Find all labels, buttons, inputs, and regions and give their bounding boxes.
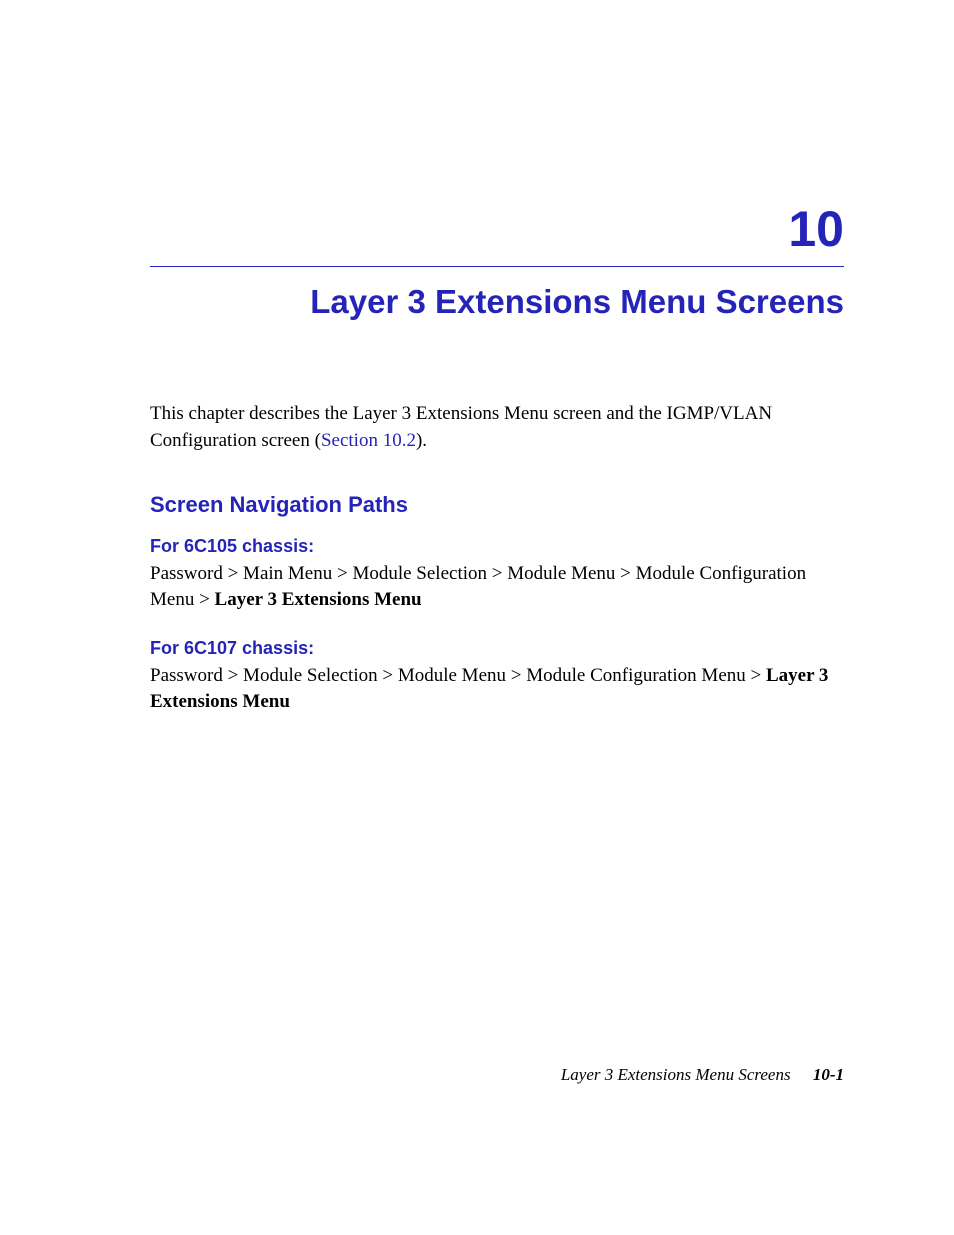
- sub-heading-6c105: For 6C105 chassis:: [150, 536, 844, 557]
- chapter-rule: [150, 266, 844, 267]
- intro-before-link: This chapter describes the Layer 3 Exten…: [150, 403, 772, 451]
- chapter-number: 10: [150, 200, 844, 258]
- footer-page-number: 10-1: [813, 1065, 844, 1084]
- section-link[interactable]: Section 10.2: [321, 430, 416, 451]
- section-heading-navigation: Screen Navigation Paths: [150, 492, 844, 518]
- intro-after-link: ).: [416, 430, 427, 451]
- intro-paragraph: This chapter describes the Layer 3 Exten…: [150, 401, 844, 454]
- footer-chapter-name: Layer 3 Extensions Menu Screens: [561, 1065, 791, 1084]
- chapter-title: Layer 3 Extensions Menu Screens: [150, 283, 844, 321]
- document-page: 10 Layer 3 Extensions Menu Screens This …: [0, 0, 954, 715]
- path-6c107: Password > Module Selection > Module Men…: [150, 663, 844, 714]
- path-bold: Layer 3 Extensions Menu: [215, 589, 422, 610]
- path-prefix: Password > Module Selection > Module Men…: [150, 665, 766, 686]
- path-6c105: Password > Main Menu > Module Selection …: [150, 561, 844, 612]
- sub-heading-6c107: For 6C107 chassis:: [150, 638, 844, 659]
- page-footer: Layer 3 Extensions Menu Screens 10-1: [561, 1065, 844, 1085]
